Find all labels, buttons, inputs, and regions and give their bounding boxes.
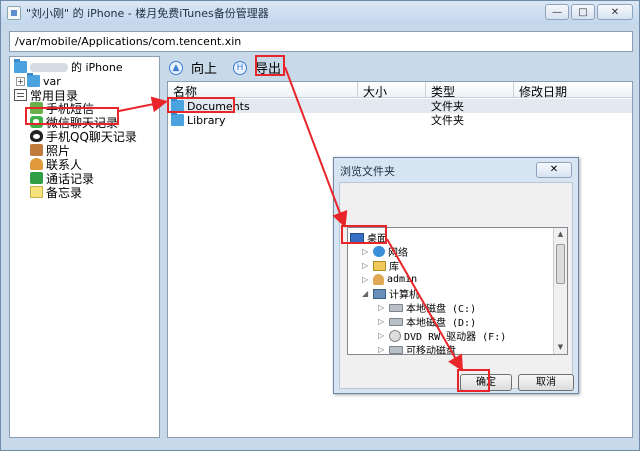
photo-icon: [30, 144, 43, 156]
phone-icon: [30, 172, 43, 184]
tree-item-label: 备忘录: [46, 185, 83, 200]
expand-arrow-icon[interactable]: ▷: [378, 331, 386, 340]
list-header: 名称 大小 类型 修改日期: [168, 82, 632, 99]
column-header-name[interactable]: 名称: [168, 82, 358, 99]
dialog-close-button[interactable]: ✕: [536, 162, 572, 178]
dialog-folder-tree[interactable]: 桌面 ▷ 网络 ▷ 库 ▷ admin ◢ 计算机 ▷ 本地磁盘 (C:) ▷ …: [347, 227, 568, 355]
dialog-tree-label: 网络: [388, 248, 408, 259]
highlight-box-ok: [457, 369, 490, 392]
notes-icon: [30, 186, 43, 198]
table-row[interactable]: Library 文件夹: [168, 112, 632, 127]
contacts-icon: [30, 158, 43, 170]
dialog-tree-item-computer[interactable]: ◢ 计算机: [362, 287, 419, 301]
scroll-up-icon[interactable]: ▲: [554, 228, 567, 241]
dialog-title: 浏览文件夹: [340, 165, 395, 178]
dialog-tree-item-removable[interactable]: ▷ 可移动磁盘: [378, 343, 456, 355]
row-type: 文件夹: [431, 114, 464, 127]
library-icon: [373, 260, 386, 271]
list-icon: [14, 89, 27, 101]
window-title: "刘小刚" 的 iPhone - 楼月免费iTunes备份管理器: [26, 7, 269, 20]
app-window: "刘小刚" 的 iPhone - 楼月免费iTunes备份管理器 — □ ✕ /…: [0, 0, 640, 451]
up-button[interactable]: ▲ 向上: [169, 58, 217, 77]
dialog-tree-item-library[interactable]: ▷ 库: [362, 259, 399, 273]
dialog-scrollbar[interactable]: ▲ ▼: [553, 228, 567, 354]
dialog-tree-label: admin: [387, 274, 418, 285]
dialog-tree-label: 本地磁盘 (D:): [406, 318, 477, 329]
dialog-tree-label: 可移动磁盘: [406, 346, 456, 355]
highlight-box-documents: [167, 97, 235, 113]
highlight-box-wechat: [25, 107, 119, 125]
cancel-button[interactable]: 取消: [518, 374, 574, 391]
computer-icon: [373, 288, 386, 299]
expand-arrow-icon[interactable]: ▷: [378, 345, 386, 354]
tree-item-notes[interactable]: 备忘录: [30, 185, 83, 200]
dialog-tree-label: 库: [389, 262, 399, 273]
user-icon: [373, 274, 384, 285]
folder-icon: [14, 59, 27, 73]
dialog-tree-label: 本地磁盘 (C:): [406, 304, 477, 315]
browse-folder-dialog: 浏览文件夹 ✕ 桌面 ▷ 网络 ▷ 库 ▷ admin ◢ 计算机 ▷ 本地磁盘…: [333, 157, 579, 394]
highlight-box-desktop: [341, 225, 387, 244]
up-arrow-icon: ▲: [169, 60, 183, 75]
dialog-body: 桌面 ▷ 网络 ▷ 库 ▷ admin ◢ 计算机 ▷ 本地磁盘 (C:) ▷ …: [339, 182, 574, 391]
expand-arrow-icon[interactable]: ▷: [362, 275, 370, 284]
expand-arrow-icon[interactable]: ▷: [362, 261, 370, 270]
export-icon: H: [233, 60, 247, 75]
expand-icon[interactable]: +: [16, 76, 25, 86]
dialog-tree-item-disk-d[interactable]: ▷ 本地磁盘 (D:): [378, 315, 477, 329]
dialog-tree-item-dvd[interactable]: ▷ DVD RW 驱动器 (F:): [378, 329, 507, 343]
folder-icon: [27, 73, 40, 87]
collapse-arrow-icon[interactable]: ◢: [362, 289, 370, 298]
blurred-name: [30, 62, 68, 72]
title-bar: "刘小刚" 的 iPhone - 楼月免费iTunes备份管理器 — □ ✕: [1, 1, 639, 25]
disk-icon: [389, 303, 403, 312]
column-header-size[interactable]: 大小: [358, 82, 426, 99]
close-button[interactable]: ✕: [597, 4, 633, 20]
column-header-type[interactable]: 类型: [426, 82, 514, 99]
minimize-button[interactable]: —: [545, 4, 569, 20]
dialog-tree-label: DVD RW 驱动器 (F:): [404, 332, 507, 343]
dialog-tree-label: 计算机: [389, 290, 419, 301]
dialog-tree-item-disk-c[interactable]: ▷ 本地磁盘 (C:): [378, 301, 477, 315]
table-row[interactable]: Documents 文件夹: [168, 98, 632, 113]
dvd-icon: [389, 329, 401, 342]
maximize-button[interactable]: □: [571, 4, 595, 20]
tree-item-device[interactable]: 的 iPhone: [14, 59, 123, 74]
tree-item-label: 的 iPhone: [71, 61, 123, 74]
qq-icon: [30, 130, 43, 142]
scroll-thumb[interactable]: [556, 244, 565, 284]
folder-icon: [171, 112, 184, 126]
app-icon: [7, 6, 21, 20]
scroll-down-icon[interactable]: ▼: [554, 341, 567, 354]
up-button-label: 向上: [191, 62, 218, 77]
removable-disk-icon: [389, 345, 403, 354]
dialog-tree-item-network[interactable]: ▷ 网络: [362, 245, 408, 259]
expand-arrow-icon[interactable]: ▷: [378, 303, 386, 312]
column-header-date[interactable]: 修改日期: [514, 82, 632, 99]
highlight-box-export: [255, 55, 285, 76]
network-icon: [373, 246, 385, 257]
expand-arrow-icon[interactable]: ▷: [362, 247, 370, 256]
disk-icon: [389, 317, 403, 326]
path-field[interactable]: /var/mobile/Applications/com.tencent.xin: [9, 31, 633, 52]
dialog-tree-item-admin[interactable]: ▷ admin: [362, 273, 417, 286]
expand-arrow-icon[interactable]: ▷: [378, 317, 386, 326]
row-name: Library: [187, 113, 226, 127]
